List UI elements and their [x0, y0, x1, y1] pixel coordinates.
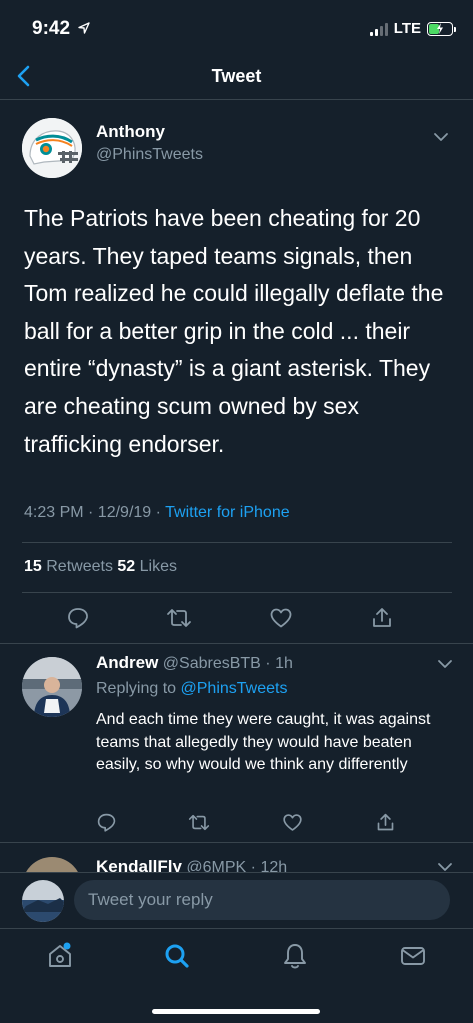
- next-reply-tweet[interactable]: KendallFly @6MPK · 12h: [0, 843, 473, 873]
- tweet-actions: [65, 605, 395, 631]
- likes-label[interactable]: Likes: [135, 558, 177, 575]
- retweet-button[interactable]: [166, 605, 192, 631]
- like-button[interactable]: [268, 605, 294, 631]
- like-button[interactable]: [280, 809, 306, 835]
- retweet-icon: [167, 609, 192, 627]
- next-reply-header: KendallFly @6MPK · 12h: [96, 857, 287, 873]
- tweet-source-link[interactable]: Twitter for iPhone: [165, 504, 290, 521]
- chevron-down-icon[interactable]: [433, 132, 449, 142]
- retweets-label[interactable]: Retweets: [42, 558, 118, 575]
- divider: [22, 542, 452, 543]
- reply-icon: [68, 608, 88, 629]
- network-type: LTE: [393, 20, 421, 37]
- reply-button[interactable]: [65, 605, 91, 631]
- chevron-down-icon[interactable]: [437, 659, 453, 669]
- divider: [22, 592, 452, 593]
- share-button[interactable]: [369, 605, 395, 631]
- heart-icon: [283, 813, 302, 831]
- tab-messages[interactable]: [398, 941, 428, 971]
- share-icon: [378, 813, 394, 830]
- dolphins-helmet-avatar-icon: [22, 118, 82, 178]
- avatar[interactable]: [22, 857, 82, 873]
- reply-header: Andrew @SabresBTB · 1h: [96, 653, 293, 673]
- tab-notifications[interactable]: [280, 941, 310, 971]
- retweet-count[interactable]: 15: [24, 558, 42, 575]
- search-icon: [165, 944, 189, 968]
- like-count[interactable]: 52: [117, 558, 135, 575]
- avatar[interactable]: [22, 118, 82, 178]
- status-bar: 9:42 LTE: [0, 0, 473, 54]
- author-handle[interactable]: @PhinsTweets: [96, 146, 203, 164]
- home-indicator[interactable]: [152, 1009, 320, 1014]
- reply-actions: [93, 809, 399, 835]
- tweet-timestamp: 4:23 PM · 12/9/19 ·: [24, 504, 166, 521]
- bell-icon: [284, 944, 306, 969]
- avatar[interactable]: [22, 880, 64, 922]
- own-profile-avatar-icon: [22, 880, 64, 922]
- reply-icon: [97, 813, 115, 832]
- reply-author-meta: @SabresBTB · 1h: [158, 655, 293, 672]
- tweet-metadata: 4:23 PM · 12/9/19 · Twitter for iPhone: [24, 504, 290, 522]
- signal-strength-icon: [369, 22, 388, 36]
- home-icon: [49, 942, 71, 967]
- battery-icon: [427, 21, 456, 36]
- page-title: Tweet: [211, 66, 262, 86]
- next-reply-author-name[interactable]: KendallFly: [96, 857, 182, 873]
- retweet-button[interactable]: [186, 809, 212, 835]
- heart-icon: [270, 608, 292, 628]
- reply-tweet[interactable]: Andrew @SabresBTB · 1h Replying to @Phin…: [0, 643, 473, 843]
- replying-to: Replying to @PhinsTweets: [96, 680, 287, 698]
- reply-author-name[interactable]: Andrew: [96, 653, 158, 672]
- reply-button[interactable]: [93, 809, 119, 835]
- share-button[interactable]: [373, 809, 399, 835]
- tab-home[interactable]: [45, 941, 75, 971]
- reply-composer: Tweet your reply: [0, 872, 473, 928]
- status-time: 9:42: [32, 18, 71, 39]
- tweet-text: The Patriots have been cheating for 20 y…: [24, 205, 444, 457]
- avatar[interactable]: [22, 657, 82, 717]
- nav-header: Tweet: [0, 54, 473, 100]
- envelope-icon: [401, 947, 425, 965]
- reply-text: And each time they were caught, it was a…: [96, 711, 431, 774]
- user-photo-avatar-icon: [22, 657, 82, 717]
- next-reply-author-meta: @6MPK · 12h: [181, 859, 288, 873]
- author-name[interactable]: Anthony: [96, 122, 165, 142]
- tab-search[interactable]: [162, 941, 192, 971]
- share-icon: [373, 608, 391, 627]
- location-arrow-icon: [78, 22, 90, 34]
- replying-to-label: Replying to: [96, 680, 181, 697]
- retweet-icon: [189, 814, 210, 830]
- chevron-down-icon[interactable]: [437, 862, 453, 872]
- replying-to-handle[interactable]: @PhinsTweets: [181, 680, 288, 697]
- engagement-counts: 15 Retweets 52 Likes: [24, 558, 177, 576]
- reply-input[interactable]: Tweet your reply: [74, 880, 450, 920]
